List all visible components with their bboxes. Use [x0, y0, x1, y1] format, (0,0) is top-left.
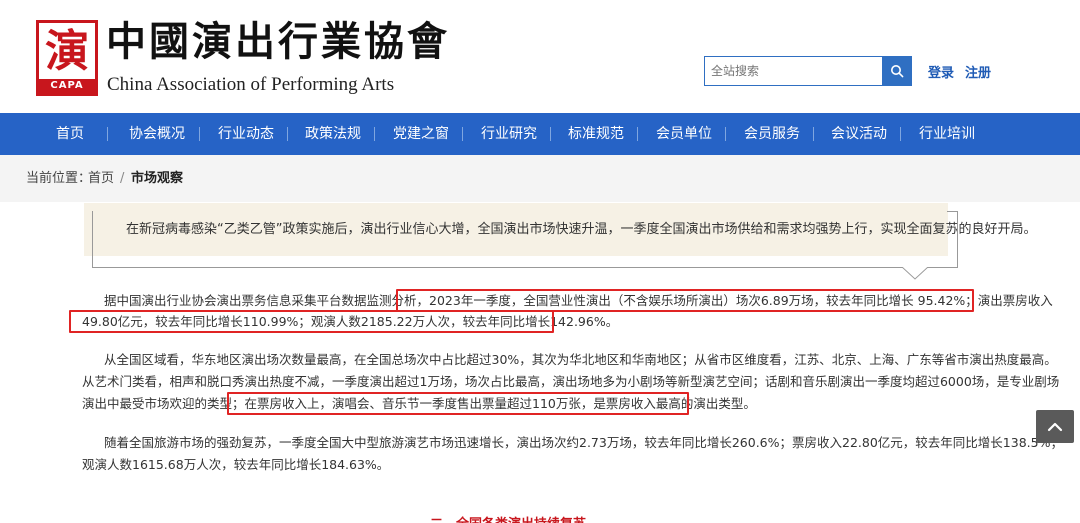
- nav-item-member-services[interactable]: 会员服务: [744, 113, 800, 155]
- highlight-box-1a: [396, 289, 974, 312]
- nav-item-standards[interactable]: 标准规范: [568, 113, 624, 155]
- section-heading: 二、全国各类演出持续复苏: [430, 513, 586, 523]
- site-header: 演 CAPA 中國演出行業協會 China Association of Per…: [0, 0, 1080, 113]
- nav-divider: [287, 127, 288, 141]
- paragraph-3-line-1: 随着全国旅游市场的强劲复苏，一季度全国大中型旅游演艺市场迅速增长，演出场次约2.…: [104, 435, 1063, 450]
- nav-item-party-building[interactable]: 党建之窗: [393, 113, 449, 155]
- login-link[interactable]: 登录: [928, 62, 954, 81]
- brand-name-english: China Association of Performing Arts: [107, 74, 395, 95]
- search-input[interactable]: [705, 57, 882, 85]
- paragraph-2-lead: 演出中最受市场欢迎的类型；: [82, 396, 245, 411]
- breadcrumb-home-link[interactable]: 首页: [88, 155, 114, 202]
- nav-divider: [900, 127, 901, 141]
- nav-item-home[interactable]: 首页: [56, 113, 84, 155]
- nav-divider: [374, 127, 375, 141]
- paragraph-2-line-1: 从全国区域看，华东地区演出场次数量最高，在全国总场次中占比超过30%，其次为华北…: [104, 352, 1057, 367]
- summary-frame-corner: [947, 211, 958, 212]
- highlight-box-2: [227, 392, 689, 415]
- chevron-up-icon: [1047, 422, 1063, 431]
- nav-divider: [107, 127, 108, 141]
- nav-divider: [637, 127, 638, 141]
- nav-divider: [725, 127, 726, 141]
- nav-item-training[interactable]: 行业培训: [919, 113, 975, 155]
- breadcrumb: 当前位置： 首页 / 市场观察: [0, 155, 1080, 202]
- brand-name-chinese[interactable]: 中國演出行業協會: [106, 16, 450, 68]
- nav-item-about[interactable]: 协会概况: [129, 113, 185, 155]
- nav-item-conferences[interactable]: 会议活动: [831, 113, 887, 155]
- nav-item-industry-news[interactable]: 行业动态: [218, 113, 274, 155]
- nav-divider: [462, 127, 463, 141]
- summary-frame: [92, 211, 958, 268]
- search-icon: [891, 65, 904, 78]
- register-link[interactable]: 注册: [965, 62, 991, 81]
- nav-item-research[interactable]: 行业研究: [481, 113, 537, 155]
- seal-abbreviation: CAPA: [39, 79, 95, 93]
- paragraph-1-lead: 据中国演出行业协会演出票务信息采集平台数据监测分析，: [104, 293, 430, 308]
- search-field[interactable]: [704, 56, 882, 86]
- paragraph-3-line-2: 观演人数1615.68万人次，较去年同比增长184.63%。: [82, 457, 390, 472]
- nav-divider: [813, 127, 814, 141]
- breadcrumb-prefix: 当前位置：: [26, 171, 92, 186]
- nav-divider: [199, 127, 200, 141]
- logo-seal[interactable]: 演 CAPA: [36, 20, 98, 96]
- back-to-top-button[interactable]: [1036, 410, 1074, 443]
- speech-tail-icon: [902, 267, 928, 280]
- nav-divider: [550, 127, 551, 141]
- main-nav: 首页 协会概况 行业动态 政策法规 党建之窗 行业研究 标准规范 会员单位 会员…: [0, 113, 1080, 155]
- search-button[interactable]: [882, 56, 912, 86]
- breadcrumb-separator: /: [120, 171, 125, 186]
- nav-item-members[interactable]: 会员单位: [656, 113, 712, 155]
- seal-glyph: 演: [45, 26, 89, 77]
- nav-item-policy[interactable]: 政策法规: [305, 113, 361, 155]
- paragraph-2-line-2: 从艺术门类看，相声和脱口秀演出热度不减，一季度演出超过1万场，场次占比最高，演出…: [82, 374, 1060, 389]
- highlight-box-1b: [69, 310, 554, 333]
- breadcrumb-current: 市场观察: [131, 171, 184, 186]
